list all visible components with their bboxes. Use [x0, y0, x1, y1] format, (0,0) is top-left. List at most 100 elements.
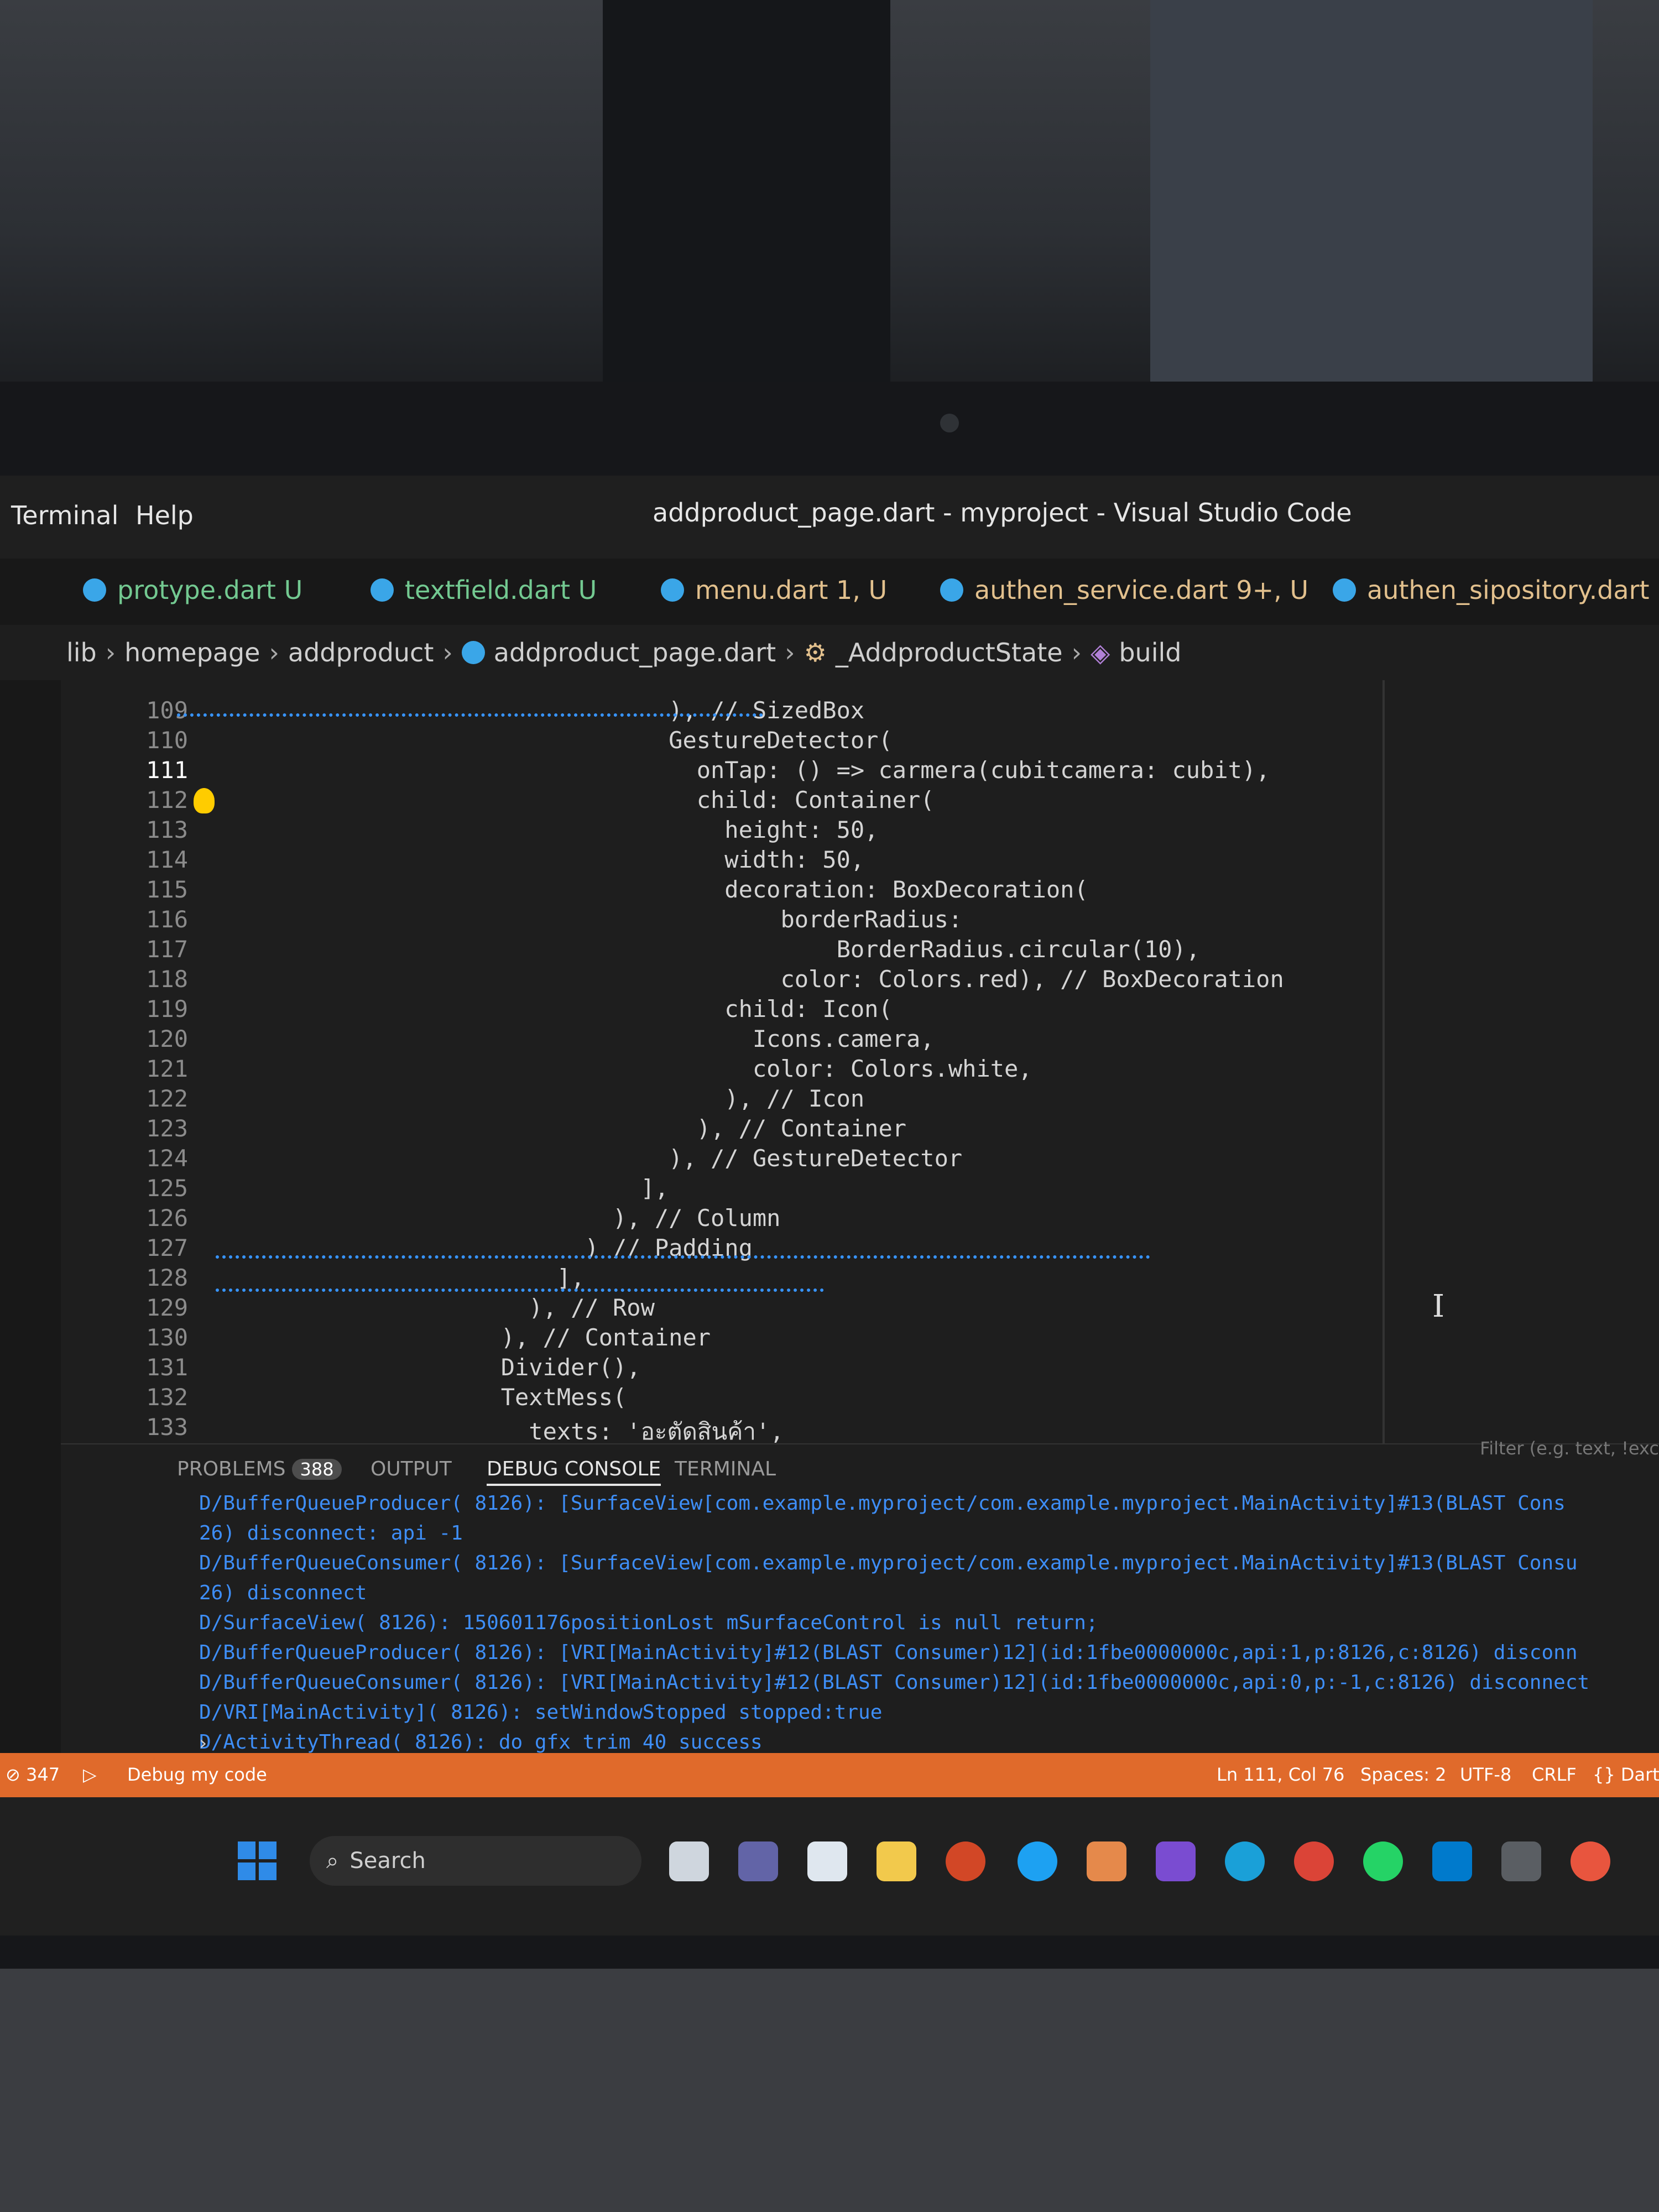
code-text: TextMess( — [221, 1384, 627, 1411]
powerpoint-icon[interactable] — [946, 1841, 985, 1881]
tab-authen-sipository[interactable]: authen_sipository.dart 1, U — [1333, 575, 1659, 605]
tab-menu[interactable]: menu.dart 1, U — [661, 575, 887, 605]
tab-textfield[interactable]: textfield.dart U — [371, 575, 597, 605]
line-number: 127 — [146, 1234, 188, 1261]
code-text: color: Colors.red), // BoxDecoration — [221, 966, 1284, 993]
method-icon: ◈ — [1090, 638, 1110, 667]
background-office — [0, 0, 1659, 387]
tab-label: textfield.dart U — [405, 575, 597, 605]
breadcrumb-method[interactable]: build — [1119, 638, 1181, 667]
line-number: 113 — [146, 816, 188, 843]
code-text: GestureDetector( — [221, 727, 893, 754]
tab-problems[interactable]: PROBLEMS 388 — [177, 1458, 342, 1480]
code-text: Divider(), — [221, 1354, 641, 1381]
file-explorer-icon[interactable] — [877, 1841, 916, 1881]
tab-label: PROBLEMS — [177, 1458, 286, 1480]
code-line[interactable]: 133 texts: 'อะตัดสินค้า', — [61, 1413, 1659, 1443]
line-number: 124 — [146, 1145, 188, 1172]
line-number: 131 — [146, 1354, 188, 1381]
code-editor[interactable]: 109 ), // SizedBoxU110 GestureDetector(U… — [61, 680, 1659, 1443]
filter-input[interactable]: Filter (e.g. text, !exc — [1480, 1438, 1659, 1459]
menu-terminal[interactable]: Terminal — [11, 500, 118, 530]
line-number: 123 — [146, 1115, 188, 1142]
line-number: 112 — [146, 786, 188, 813]
problems-count-badge: 388 — [292, 1459, 342, 1480]
line-number: 114 — [146, 846, 188, 873]
whatsapp-icon[interactable] — [1363, 1841, 1403, 1881]
tab-debug-console[interactable]: DEBUG CONSOLE — [487, 1458, 661, 1486]
line-number: 119 — [146, 995, 188, 1022]
status-language[interactable]: {} Dart — [1593, 1764, 1659, 1785]
breadcrumb-file[interactable]: addproduct_page.dart — [494, 638, 776, 667]
status-debug[interactable]: Debug my code — [127, 1764, 267, 1785]
status-eol[interactable]: CRLF — [1532, 1764, 1577, 1785]
code-text: BorderRadius.circular(10), — [221, 936, 1201, 963]
task-view-icon[interactable] — [669, 1841, 709, 1881]
line-number: 128 — [146, 1264, 188, 1291]
editor-tabs: protype.dart U textfield.dart U menu.dar… — [0, 559, 1659, 625]
text-cursor-icon: I — [1432, 1288, 1445, 1324]
search-placeholder: Search — [349, 1848, 426, 1874]
visual-studio-icon[interactable] — [1156, 1841, 1196, 1881]
tab-label: authen_sipository.dart 1, U — [1367, 575, 1659, 605]
status-bar: ⊘ 347 ▷ Debug my code Ln 111, Col 76 Spa… — [0, 1753, 1659, 1797]
menu-help[interactable]: Help — [135, 500, 194, 530]
windows-start-icon[interactable] — [238, 1841, 276, 1880]
line-number: 121 — [146, 1055, 188, 1082]
dart-file-icon — [661, 578, 684, 602]
status-encoding[interactable]: UTF-8 — [1460, 1764, 1511, 1785]
windows-taskbar: ⌕ Search — [0, 1797, 1659, 1936]
code-text: ), // Column — [221, 1204, 781, 1232]
calendar-icon[interactable] — [807, 1841, 847, 1881]
chevron-right-icon: › — [105, 638, 116, 667]
background-monitor-screen — [1150, 0, 1593, 382]
app-window-icon[interactable] — [1501, 1841, 1541, 1881]
webcam-icon — [940, 414, 959, 432]
code-text: ), // Container — [221, 1115, 907, 1142]
line-number: 125 — [146, 1175, 188, 1202]
tab-protype[interactable]: protype.dart U — [83, 575, 302, 605]
status-problems[interactable]: ⊘ 347 — [6, 1764, 60, 1785]
dart-file-icon — [83, 578, 106, 602]
vscode-icon[interactable] — [1432, 1841, 1472, 1881]
code-text: width: 50, — [221, 846, 865, 873]
line-number: 133 — [146, 1413, 188, 1441]
problems-count: 347 — [25, 1764, 60, 1785]
error-squiggle — [177, 708, 763, 717]
code-text: child: Icon( — [221, 995, 893, 1022]
chevron-right-icon: › — [1071, 638, 1082, 667]
line-number: 122 — [146, 1085, 188, 1112]
breadcrumb-addproduct[interactable]: addproduct — [288, 638, 434, 667]
code-text: texts: 'อะตัดสินค้า', — [221, 1418, 784, 1443]
app-round-icon[interactable] — [1571, 1841, 1610, 1881]
skype-icon[interactable] — [1018, 1841, 1057, 1881]
debug-console-output: D/BufferQueueProducer( 8126): [SurfaceVi… — [199, 1489, 1589, 1757]
line-number: 115 — [146, 876, 188, 903]
breadcrumb-class[interactable]: _AddproductState — [836, 638, 1063, 667]
console-line: D/BufferQueueProducer( 8126): [SurfaceVi… — [199, 1492, 1566, 1515]
edge-icon[interactable] — [1225, 1841, 1265, 1881]
taskbar-search[interactable]: ⌕ Search — [310, 1836, 641, 1886]
app-icon[interactable] — [1087, 1841, 1126, 1881]
status-spaces[interactable]: Spaces: 2 — [1360, 1764, 1447, 1785]
line-number: 109 — [146, 697, 188, 724]
status-cursor-position[interactable]: Ln 111, Col 76 — [1217, 1764, 1344, 1785]
line-number: 118 — [146, 966, 188, 993]
breadcrumb-lib[interactable]: lib — [66, 638, 97, 667]
breadcrumb-homepage[interactable]: homepage — [124, 638, 260, 667]
line-number: 126 — [146, 1204, 188, 1232]
code-text: decoration: BoxDecoration( — [221, 876, 1088, 903]
tab-label: authen_service.dart 9+, U — [974, 575, 1309, 605]
teams-icon[interactable] — [738, 1841, 778, 1881]
tab-terminal[interactable]: TERMINAL — [675, 1458, 776, 1480]
line-number: 130 — [146, 1324, 188, 1351]
console-line: D/SurfaceView( 8126): 150601176positionL… — [199, 1611, 1098, 1634]
console-prompt-icon[interactable]: › — [199, 1732, 207, 1755]
line-number: 117 — [146, 936, 188, 963]
debug-icon: ▷ — [83, 1764, 97, 1785]
code-text: ), // GestureDetector — [221, 1145, 963, 1172]
chrome-icon[interactable] — [1294, 1841, 1334, 1881]
tab-output[interactable]: OUTPUT — [371, 1458, 452, 1480]
chevron-right-icon: › — [785, 638, 795, 667]
tab-authen-service[interactable]: authen_service.dart 9+, U — [940, 575, 1308, 605]
